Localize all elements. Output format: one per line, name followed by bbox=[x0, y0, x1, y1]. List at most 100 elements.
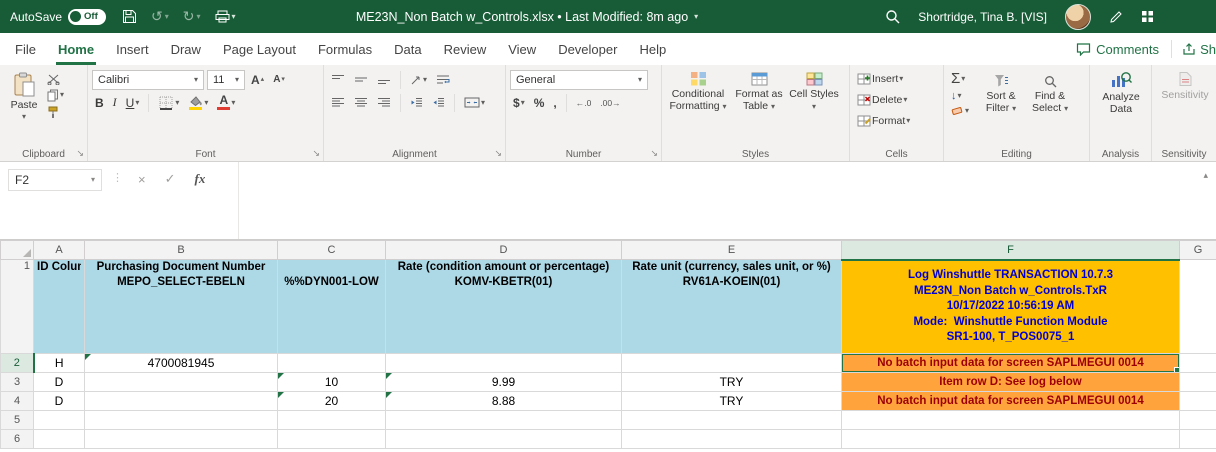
column-header-c[interactable]: C bbox=[278, 241, 386, 260]
cell-g2[interactable] bbox=[1180, 354, 1216, 373]
select-all-button[interactable] bbox=[1, 241, 34, 260]
share-button[interactable]: Sh bbox=[1174, 42, 1216, 57]
comma-style-button[interactable]: , bbox=[550, 95, 559, 111]
cell-g1[interactable] bbox=[1180, 260, 1216, 354]
user-name[interactable]: Shortridge, Tina B. [VIS] bbox=[918, 10, 1047, 24]
quick-print-button[interactable]: ▾ bbox=[215, 10, 236, 23]
format-cells-button[interactable]: Format▾ bbox=[854, 114, 913, 128]
cell-e4[interactable]: TRY bbox=[622, 392, 842, 411]
increase-font-button[interactable]: A▴ bbox=[248, 72, 267, 88]
cell-c2[interactable] bbox=[278, 354, 386, 373]
cell-f3[interactable]: Item row D: See log below bbox=[842, 373, 1180, 392]
decrease-font-button[interactable]: A▾ bbox=[270, 73, 288, 86]
borders-button[interactable]: ▾ bbox=[155, 94, 182, 112]
cell-f6[interactable] bbox=[842, 430, 1180, 449]
drag-handle-icon[interactable]: ⋮ bbox=[112, 171, 123, 184]
cell-c1[interactable]: %%DYN001-LOW bbox=[278, 260, 386, 354]
cell-a4[interactable]: D bbox=[34, 392, 85, 411]
sensitivity-button[interactable]: Sensitivity bbox=[1156, 68, 1214, 101]
cell-e1[interactable]: Rate unit (currency, sales unit, or %) R… bbox=[622, 260, 842, 354]
autosave-switch[interactable]: Off bbox=[68, 9, 106, 25]
cell-d2[interactable] bbox=[386, 354, 622, 373]
avatar[interactable] bbox=[1065, 4, 1091, 30]
align-left-button[interactable] bbox=[328, 96, 348, 109]
column-header-f[interactable]: F bbox=[842, 241, 1180, 260]
fill-color-button[interactable]: ▾ bbox=[185, 94, 211, 111]
cell-f5[interactable] bbox=[842, 411, 1180, 430]
column-header-b[interactable]: B bbox=[85, 241, 278, 260]
cell-c3[interactable]: 10 bbox=[278, 373, 386, 392]
cell-d4[interactable]: 8.88 bbox=[386, 392, 622, 411]
column-header-d[interactable]: D bbox=[386, 241, 622, 260]
cell-b6[interactable] bbox=[85, 430, 278, 449]
fill-button[interactable]: ↓▾ bbox=[948, 89, 972, 103]
autosave-toggle[interactable]: AutoSave Off bbox=[10, 9, 106, 25]
row-header-6[interactable]: 6 bbox=[1, 430, 34, 449]
column-header-g[interactable]: G bbox=[1180, 241, 1216, 260]
cell-a3[interactable]: D bbox=[34, 373, 85, 392]
enter-button[interactable]: ✓ bbox=[165, 171, 176, 187]
row-header-3[interactable]: 3 bbox=[1, 373, 34, 392]
align-top-button[interactable] bbox=[328, 73, 348, 86]
cell-g5[interactable] bbox=[1180, 411, 1216, 430]
wrap-text-button[interactable] bbox=[433, 73, 453, 86]
italic-button[interactable]: I bbox=[110, 94, 120, 111]
dialog-launcher-icon[interactable]: ↘ bbox=[76, 148, 84, 159]
cell-c6[interactable] bbox=[278, 430, 386, 449]
dialog-launcher-icon[interactable]: ↘ bbox=[650, 148, 658, 159]
row-header-2[interactable]: 2 bbox=[1, 354, 34, 373]
dialog-launcher-icon[interactable]: ↘ bbox=[494, 148, 502, 159]
row-header-4[interactable]: 4 bbox=[1, 392, 34, 411]
cell-d1[interactable]: Rate (condition amount or percentage) KO… bbox=[386, 260, 622, 354]
cell-b4[interactable] bbox=[85, 392, 278, 411]
ink-button[interactable] bbox=[1109, 10, 1123, 24]
orientation-button[interactable]: ▾ bbox=[407, 73, 430, 87]
align-right-button[interactable] bbox=[374, 96, 394, 109]
row-header-5[interactable]: 5 bbox=[1, 411, 34, 430]
cancel-button[interactable]: × bbox=[138, 172, 146, 187]
format-as-table-button[interactable]: Format as Table ▾ bbox=[730, 69, 788, 112]
cell-c4[interactable]: 20 bbox=[278, 392, 386, 411]
collapse-formula-bar-icon[interactable]: ▴ bbox=[1203, 170, 1208, 181]
insert-function-button[interactable]: fx bbox=[195, 171, 206, 187]
cell-e2[interactable] bbox=[622, 354, 842, 373]
redo-button[interactable]: ↻▾ bbox=[183, 8, 201, 25]
cell-a2[interactable]: H bbox=[34, 354, 85, 373]
formula-input[interactable] bbox=[238, 162, 1216, 239]
cell-b3[interactable] bbox=[85, 373, 278, 392]
insert-cells-button[interactable]: Insert▾ bbox=[854, 72, 906, 86]
cell-b1[interactable]: Purchasing Document Number MEPO_SELECT-E… bbox=[85, 260, 278, 354]
tab-review[interactable]: Review bbox=[433, 33, 498, 65]
cell-a1[interactable]: ID Column bbox=[34, 260, 85, 354]
format-painter-button[interactable] bbox=[44, 105, 67, 120]
tab-data[interactable]: Data bbox=[383, 33, 432, 65]
decrease-indent-button[interactable] bbox=[407, 96, 426, 109]
accounting-format-button[interactable]: $▾ bbox=[510, 95, 528, 111]
cell-g3[interactable] bbox=[1180, 373, 1216, 392]
delete-cells-button[interactable]: Delete▾ bbox=[854, 93, 910, 107]
save-button[interactable] bbox=[122, 9, 137, 24]
conditional-formatting-button[interactable]: Conditional Formatting ▾ bbox=[666, 68, 730, 112]
dialog-launcher-icon[interactable]: ↘ bbox=[312, 148, 320, 159]
align-bottom-button[interactable] bbox=[374, 73, 394, 86]
cell-d5[interactable] bbox=[386, 411, 622, 430]
tab-home[interactable]: Home bbox=[47, 33, 105, 65]
tab-formulas[interactable]: Formulas bbox=[307, 33, 383, 65]
merge-center-button[interactable]: ▾ bbox=[461, 96, 488, 109]
cell-styles-button[interactable]: Cell Styles ▾ bbox=[788, 69, 840, 112]
cell-d3[interactable]: 9.99 bbox=[386, 373, 622, 392]
cell-e6[interactable] bbox=[622, 430, 842, 449]
cell-c5[interactable] bbox=[278, 411, 386, 430]
name-box[interactable]: F2 ▾ bbox=[8, 169, 102, 191]
align-center-button[interactable] bbox=[351, 96, 371, 109]
column-header-e[interactable]: E bbox=[622, 241, 842, 260]
increase-decimal-button[interactable]: ←.0 bbox=[573, 97, 595, 109]
document-title[interactable]: ME23N_Non Batch w_Controls.xlsx • Last M… bbox=[356, 0, 698, 33]
cell-b2[interactable]: 4700081945 bbox=[85, 354, 278, 373]
find-select-button[interactable]: Find & Select ▾ bbox=[1026, 72, 1074, 114]
apps-button[interactable] bbox=[1141, 10, 1154, 23]
autosum-button[interactable]: Σ▾ bbox=[948, 71, 972, 87]
cell-f2[interactable]: No batch input data for screen SAPLMEGUI… bbox=[842, 354, 1180, 373]
tab-help[interactable]: Help bbox=[628, 33, 677, 65]
tab-draw[interactable]: Draw bbox=[160, 33, 212, 65]
